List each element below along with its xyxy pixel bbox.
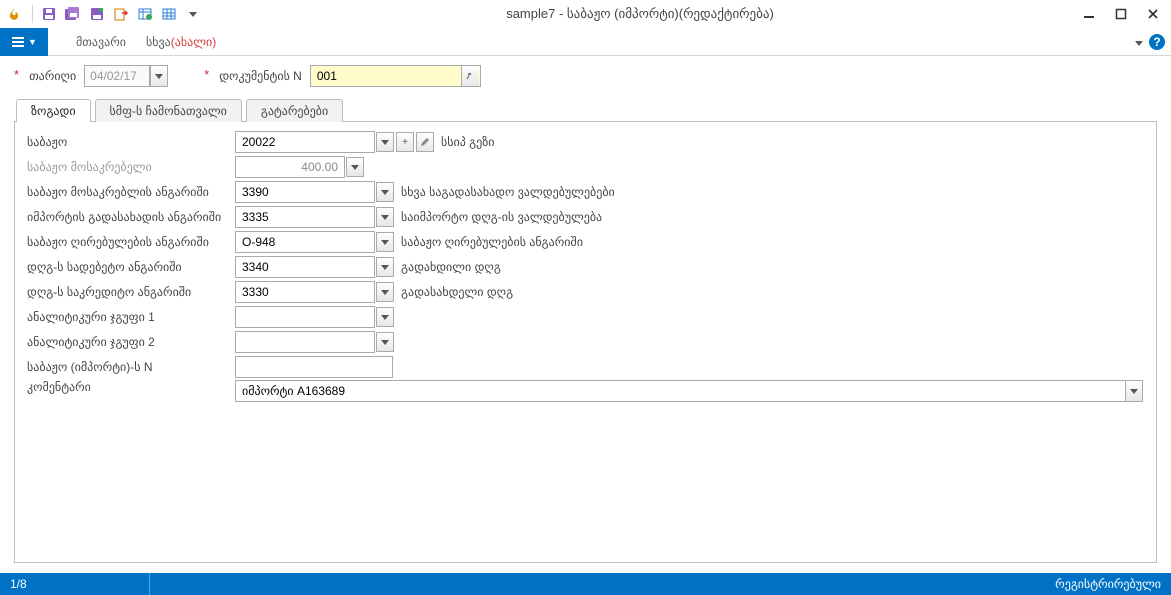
val-acc-dropdown-button[interactable]: [376, 232, 394, 252]
an2-label: ანალიტიკური ჯგუფი 2: [27, 335, 235, 349]
comment-label: კომენტარი: [27, 380, 235, 404]
quick-access-toolbar: [39, 4, 203, 24]
docn-input[interactable]: [311, 66, 461, 86]
vat-cred-input[interactable]: [235, 281, 375, 303]
vat-cred-label: დღგ-ს საკრედიტო ანგარიში: [27, 285, 235, 299]
qat-save-icon[interactable]: [39, 4, 59, 24]
fee-input[interactable]: [235, 156, 345, 178]
val-acc-input[interactable]: [235, 231, 375, 253]
maximize-button[interactable]: [1109, 4, 1133, 24]
ribbon-tab-other[interactable]: სხვა(ახალი): [136, 28, 226, 56]
customs-desc: სსიპ გეზი: [441, 135, 494, 149]
docn-label: დოკუმენტის N: [219, 69, 302, 83]
ribbon-tab-main[interactable]: მთავარი: [66, 28, 136, 56]
minimize-button[interactable]: [1077, 4, 1101, 24]
qat-table-icon[interactable]: [135, 4, 155, 24]
ribbon-right: ?: [1135, 34, 1165, 50]
docn-lookup-button[interactable]: [461, 66, 479, 86]
impn-label: საბაჟო (იმპორტი)-ს N: [27, 360, 235, 374]
ribbon-tab-other-b: (ახალი): [171, 35, 216, 49]
header-row: * თარიღი 04/02/17 * დოკუმენტის N: [0, 56, 1171, 90]
customs-label: საბაჟო: [27, 135, 235, 149]
date-dropdown-button[interactable]: [150, 65, 168, 87]
app-flame-icon: [6, 6, 22, 22]
status-right: რეგისტრირებული: [1055, 577, 1161, 591]
tab-trans[interactable]: გატარებები: [246, 99, 343, 122]
fee-acc-input[interactable]: [235, 181, 375, 203]
customs-edit-button[interactable]: [416, 132, 434, 152]
date-input[interactable]: 04/02/17: [84, 65, 150, 87]
qat-save-copy-icon[interactable]: [87, 4, 107, 24]
tab-general[interactable]: ზოგადი: [16, 99, 91, 122]
an1-dropdown-button[interactable]: [376, 307, 394, 327]
help-icon[interactable]: ?: [1149, 34, 1165, 50]
ribbon-collapse-icon[interactable]: [1135, 35, 1143, 49]
an2-input[interactable]: [235, 331, 375, 353]
val-acc-label: საბაჟო ღირებულების ანგარიში: [27, 235, 235, 249]
vat-cred-desc: გადასახდელი დღგ: [401, 285, 513, 299]
an2-dropdown-button[interactable]: [376, 332, 394, 352]
fee-acc-desc: სხვა საგადასახადო ვალდებულებები: [401, 185, 615, 199]
vat-deb-desc: გადახდილი დღგ: [401, 260, 501, 274]
ribbon-tab-other-a: სხვა: [146, 35, 171, 49]
window: sample7 - საბაჟო (იმპორტი)(რედაქტირება) …: [0, 0, 1171, 595]
qat-save-all-icon[interactable]: [63, 4, 83, 24]
window-buttons: [1077, 4, 1165, 24]
tab-panel-general: საბაჟო + სსიპ გეზი საბაჟო მოსაკრებელი სა…: [14, 121, 1157, 563]
imp-tax-acc-label: იმპორტის გადასახადის ანგარიში: [27, 210, 235, 224]
vat-deb-label: დღგ-ს სადებეტო ანგარიში: [27, 260, 235, 274]
fee-dropdown-button[interactable]: [346, 157, 364, 177]
vat-deb-dropdown-button[interactable]: [376, 257, 394, 277]
status-pager: 1/8: [10, 573, 150, 595]
customs-add-button[interactable]: +: [396, 132, 414, 152]
qat-export-icon[interactable]: [111, 4, 131, 24]
an1-label: ანალიტიკური ჯგუფი 1: [27, 310, 235, 324]
close-button[interactable]: [1141, 4, 1165, 24]
titlebar: sample7 - საბაჟო (იმპორტი)(რედაქტირება): [0, 0, 1171, 28]
imp-tax-acc-input[interactable]: [235, 206, 375, 228]
tab-strip: ზოგადი სმფ-ს ჩამონათვალი გატარებები: [0, 90, 1171, 121]
imp-tax-acc-dropdown-button[interactable]: [376, 207, 394, 227]
an1-input[interactable]: [235, 306, 375, 328]
window-title: sample7 - საბაჟო (იმპორტი)(რედაქტირება): [203, 6, 1077, 22]
val-acc-desc: საბაჟო ღირებულების ანგარიში: [401, 235, 583, 249]
qat-grid-icon[interactable]: [159, 4, 179, 24]
fee-label: საბაჟო მოსაკრებელი: [27, 160, 235, 174]
status-bar: 1/8 რეგისტრირებული: [0, 573, 1171, 595]
tab-list[interactable]: სმფ-ს ჩამონათვალი: [95, 99, 242, 122]
required-star: *: [14, 67, 19, 82]
docn-field: [310, 65, 481, 87]
customs-input[interactable]: [235, 131, 375, 153]
file-menu-button[interactable]: ▼: [0, 28, 48, 56]
customs-dropdown-button[interactable]: [376, 132, 394, 152]
vat-deb-input[interactable]: [235, 256, 375, 278]
vat-cred-dropdown-button[interactable]: [376, 282, 394, 302]
impn-input[interactable]: [235, 356, 393, 378]
comment-dropdown-button[interactable]: [1125, 380, 1143, 402]
fee-acc-dropdown-button[interactable]: [376, 182, 394, 202]
comment-input[interactable]: [235, 380, 1125, 402]
imp-tax-acc-desc: საიმპორტო დღგ-ის ვალდებულება: [401, 210, 602, 224]
ribbon-bar: ▼ მთავარი სხვა(ახალი) ?: [0, 28, 1171, 56]
qat-overflow-icon[interactable]: [183, 4, 203, 24]
separator: [32, 5, 33, 23]
fee-acc-label: საბაჟო მოსაკრებლის ანგარიში: [27, 185, 235, 199]
date-label: თარიღი: [29, 69, 76, 83]
required-star: *: [204, 67, 209, 82]
